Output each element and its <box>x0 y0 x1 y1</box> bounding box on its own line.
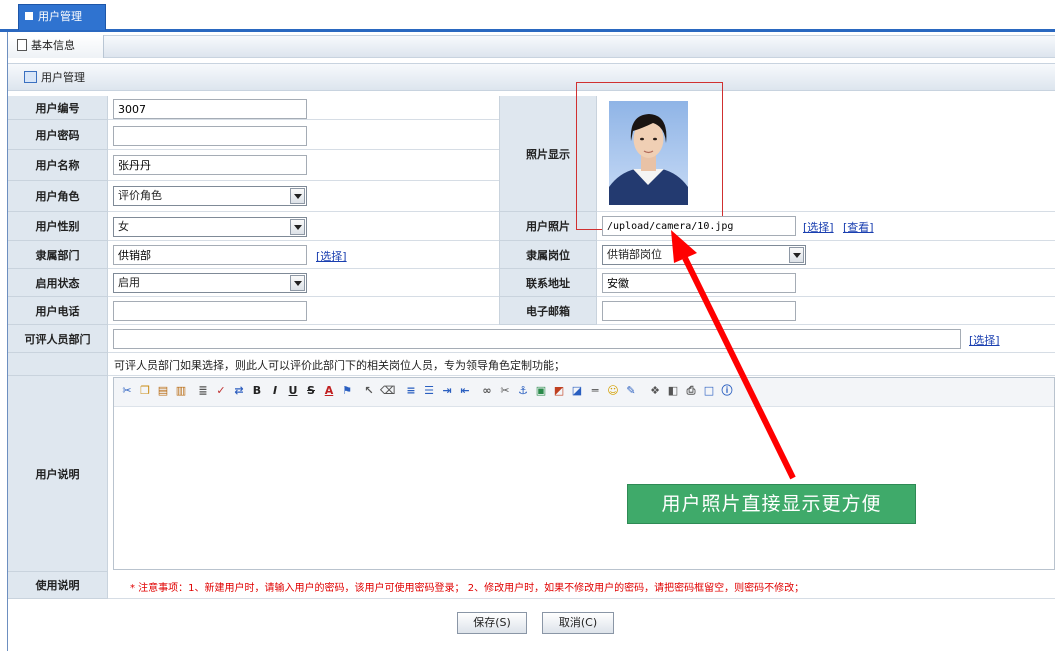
annotation-arrow <box>671 230 796 480</box>
annotation-callout: 用户照片直接显示更方便 <box>627 484 916 524</box>
